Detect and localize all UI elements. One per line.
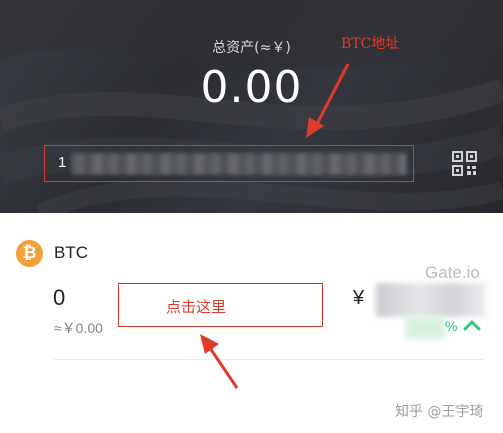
coin-balance-cny: ≈￥0.00 [54,320,103,336]
price-currency-symbol: ¥ [353,287,365,309]
chevron-up-icon [463,320,481,331]
coin-list: ₿ BTC Gate.io 0 ≈￥0.00 点击这里 ¥ % 知乎 @王宇琦 [0,213,503,433]
gate-watermark: Gate.io [425,263,480,282]
coin-name: BTC [54,243,88,262]
zhihu-watermark: 知乎 @王宇琦 [395,404,484,420]
price-change-percent: % [445,318,458,334]
qr-code-icon[interactable] [452,151,477,176]
row-divider [54,359,484,360]
change-redacted [405,317,445,339]
address-redacted [71,153,407,175]
btc-row-click-target[interactable]: 点击这里 [118,283,323,327]
price-redacted [376,283,486,317]
bitcoin-icon: ₿ [16,240,43,267]
coin-balance: 0 [53,285,66,310]
total-assets-value: 0.00 [200,62,303,113]
address-prefix: 1 [58,154,67,171]
annotation-click-here: 点击这里 [166,298,227,316]
btc-address-field[interactable]: 1 [44,145,414,182]
wallet-header: 总资产(≈￥) 0.00 1 [0,0,503,213]
total-assets-label: 总资产(≈￥) [212,40,291,56]
annotation-btc-address: BTC地址 [341,36,400,52]
